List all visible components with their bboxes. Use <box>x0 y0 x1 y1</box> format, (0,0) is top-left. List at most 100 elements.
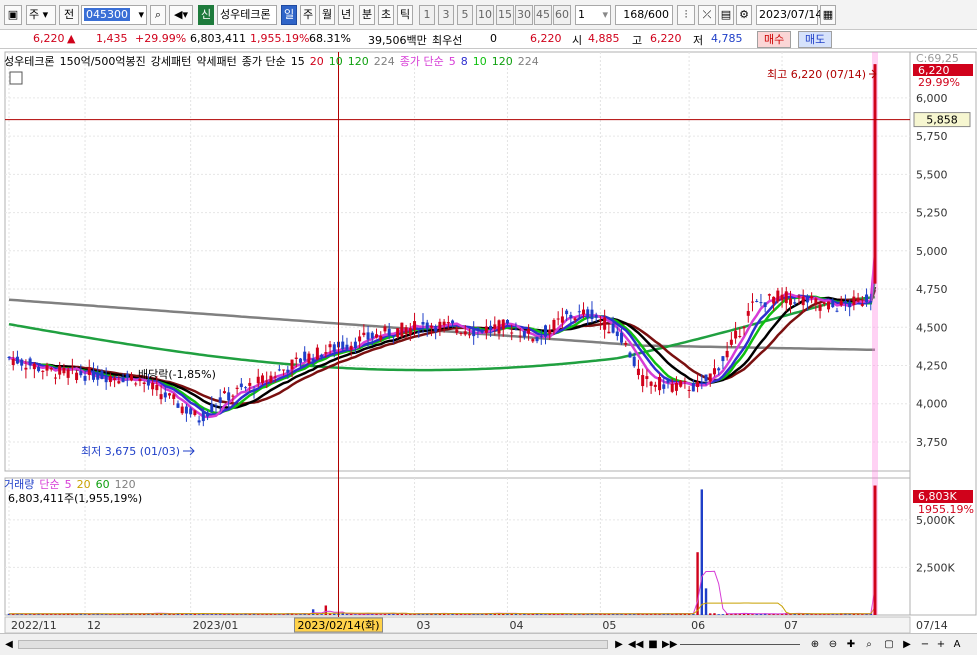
stock-name-field[interactable]: 성우테크론 <box>217 5 277 25</box>
buy-button[interactable]: 매수 <box>757 31 792 48</box>
search-icon[interactable]: ⌕ <box>862 637 876 652</box>
interval-1[interactable]: 1 <box>419 5 435 25</box>
stock-code-input[interactable]: 045300 ▾ <box>81 5 147 25</box>
volume-bar <box>447 614 450 615</box>
candle-body <box>400 322 404 337</box>
sell-button[interactable]: 매도 <box>798 31 833 48</box>
candle-body <box>197 420 201 423</box>
candle-body <box>100 370 104 379</box>
font-decrease-icon[interactable]: − <box>918 637 932 652</box>
candle-body <box>341 341 345 350</box>
cursor-icon[interactable]: ✚ <box>844 637 858 652</box>
speaker-icon[interactable]: ◀▾ <box>169 5 193 25</box>
period-tab-minute[interactable]: 분 <box>359 5 375 25</box>
code-dropdown-icon[interactable]: ▾ <box>138 6 144 24</box>
save-icon[interactable]: ▤ <box>718 5 734 25</box>
candle-body <box>484 326 488 333</box>
interval-15[interactable]: 15 <box>496 5 514 25</box>
interval-5[interactable]: 5 <box>457 5 473 25</box>
candle-body <box>248 382 252 386</box>
layout-icon[interactable]: ▣ <box>4 5 22 25</box>
candle-body <box>396 328 400 338</box>
volume-bar <box>751 614 754 615</box>
last-volume-pct-label: 1955.19% <box>918 503 974 516</box>
price-chart[interactable]: 6,000 5,750 5,500 5,250 5,000 4,750 4,500 4,250… <box>0 50 977 633</box>
ask-price: 6,220 <box>530 32 562 45</box>
candle-body <box>117 381 121 384</box>
chart-scrollbar[interactable]: ◀ ▶ ◀◀ ■ ▶▶ ⊕ ⊖ ✚ ⌕ ▢ ▶ − + A <box>0 633 977 655</box>
period-tab-month[interactable]: 월 <box>319 5 335 25</box>
interval-30[interactable]: 30 <box>515 5 533 25</box>
interval-dropdown-icon[interactable]: ▾ <box>602 6 608 24</box>
period-tab-week[interactable]: 주 <box>300 5 316 25</box>
candle-body <box>480 329 484 333</box>
candle-body <box>797 296 801 298</box>
period-tab-second[interactable]: 초 <box>378 5 394 25</box>
candle-body <box>565 310 569 315</box>
step-icon[interactable]: ▶▶ <box>662 637 677 652</box>
candle-body <box>742 327 746 329</box>
fullscreen-icon[interactable]: ▢ <box>882 637 896 652</box>
interval-10[interactable]: 10 <box>476 5 494 25</box>
candle-body <box>41 370 45 372</box>
period-tab-year[interactable]: 년 <box>338 5 354 25</box>
volume-bar <box>341 613 344 615</box>
turnover-pct: 68.31% <box>309 32 351 45</box>
candle-body <box>759 302 763 304</box>
period-tab-day[interactable]: 일 <box>281 5 297 25</box>
stop-icon[interactable]: ■ <box>646 637 660 652</box>
candle-body <box>510 332 514 334</box>
calendar-icon[interactable]: ▦ <box>820 5 836 25</box>
interval-45[interactable]: 45 <box>534 5 552 25</box>
candle-body <box>818 304 822 311</box>
date-input[interactable]: 2023/07/14 <box>756 5 822 25</box>
candle-body <box>256 376 260 384</box>
candle-body <box>463 331 467 335</box>
interval-3[interactable]: 3 <box>438 5 454 25</box>
price-tick-label: 5,000 <box>916 245 948 258</box>
candle-body <box>214 405 218 407</box>
candle-body <box>670 383 674 392</box>
candle-body <box>459 333 463 335</box>
low-label: 저 <box>693 34 704 47</box>
candle-body <box>455 329 459 333</box>
candle-body <box>653 384 657 387</box>
scroll-right-icon[interactable]: ▶ <box>900 637 914 652</box>
candle-body <box>383 326 387 332</box>
scroll-left-icon[interactable]: ◀ <box>2 637 16 652</box>
draw-tool-icon[interactable]: ⤫ <box>698 5 716 25</box>
play-icon[interactable]: ▶ <box>612 637 626 652</box>
chart-settings-icon[interactable]: ⫶ <box>677 5 695 25</box>
interval-60[interactable]: 60 <box>553 5 571 25</box>
candle-body <box>658 376 662 391</box>
price-tick-label: 5,750 <box>916 130 948 143</box>
candle-body <box>235 387 239 389</box>
volume-bar <box>404 614 408 615</box>
candle-body <box>151 382 155 390</box>
candle-body <box>434 327 438 332</box>
period-tab-tick[interactable]: 틱 <box>397 5 413 25</box>
gear-icon[interactable]: ⚙ <box>736 5 752 25</box>
candle-body <box>632 356 636 367</box>
candle-body <box>527 328 531 334</box>
font-increase-icon[interactable]: + <box>934 637 948 652</box>
date-tick-label: 07/14 <box>916 619 948 632</box>
candle-body <box>514 328 518 330</box>
interval-input[interactable]: 1 ▾ <box>575 5 611 25</box>
search-icon[interactable]: ⌕ <box>150 5 166 25</box>
rewind-icon[interactable]: ◀◀ <box>628 637 643 652</box>
candle-body <box>852 296 856 306</box>
candle-body <box>755 300 759 302</box>
zoom-out-icon[interactable]: ⊖ <box>826 637 840 652</box>
volume-bar <box>328 613 332 615</box>
candle-body <box>180 406 184 414</box>
scroll-track[interactable] <box>18 640 608 649</box>
volume-bar <box>92 614 95 615</box>
volume-bar <box>197 614 201 615</box>
zoom-in-icon[interactable]: ⊕ <box>808 637 822 652</box>
font-a-icon[interactable]: A <box>950 637 964 652</box>
zoom-slider[interactable] <box>680 644 800 645</box>
market-select[interactable]: 전 <box>59 5 79 25</box>
chart-type-select[interactable]: 주 ▾ <box>26 5 56 25</box>
bar-count-field[interactable]: 168/600 <box>615 5 673 25</box>
